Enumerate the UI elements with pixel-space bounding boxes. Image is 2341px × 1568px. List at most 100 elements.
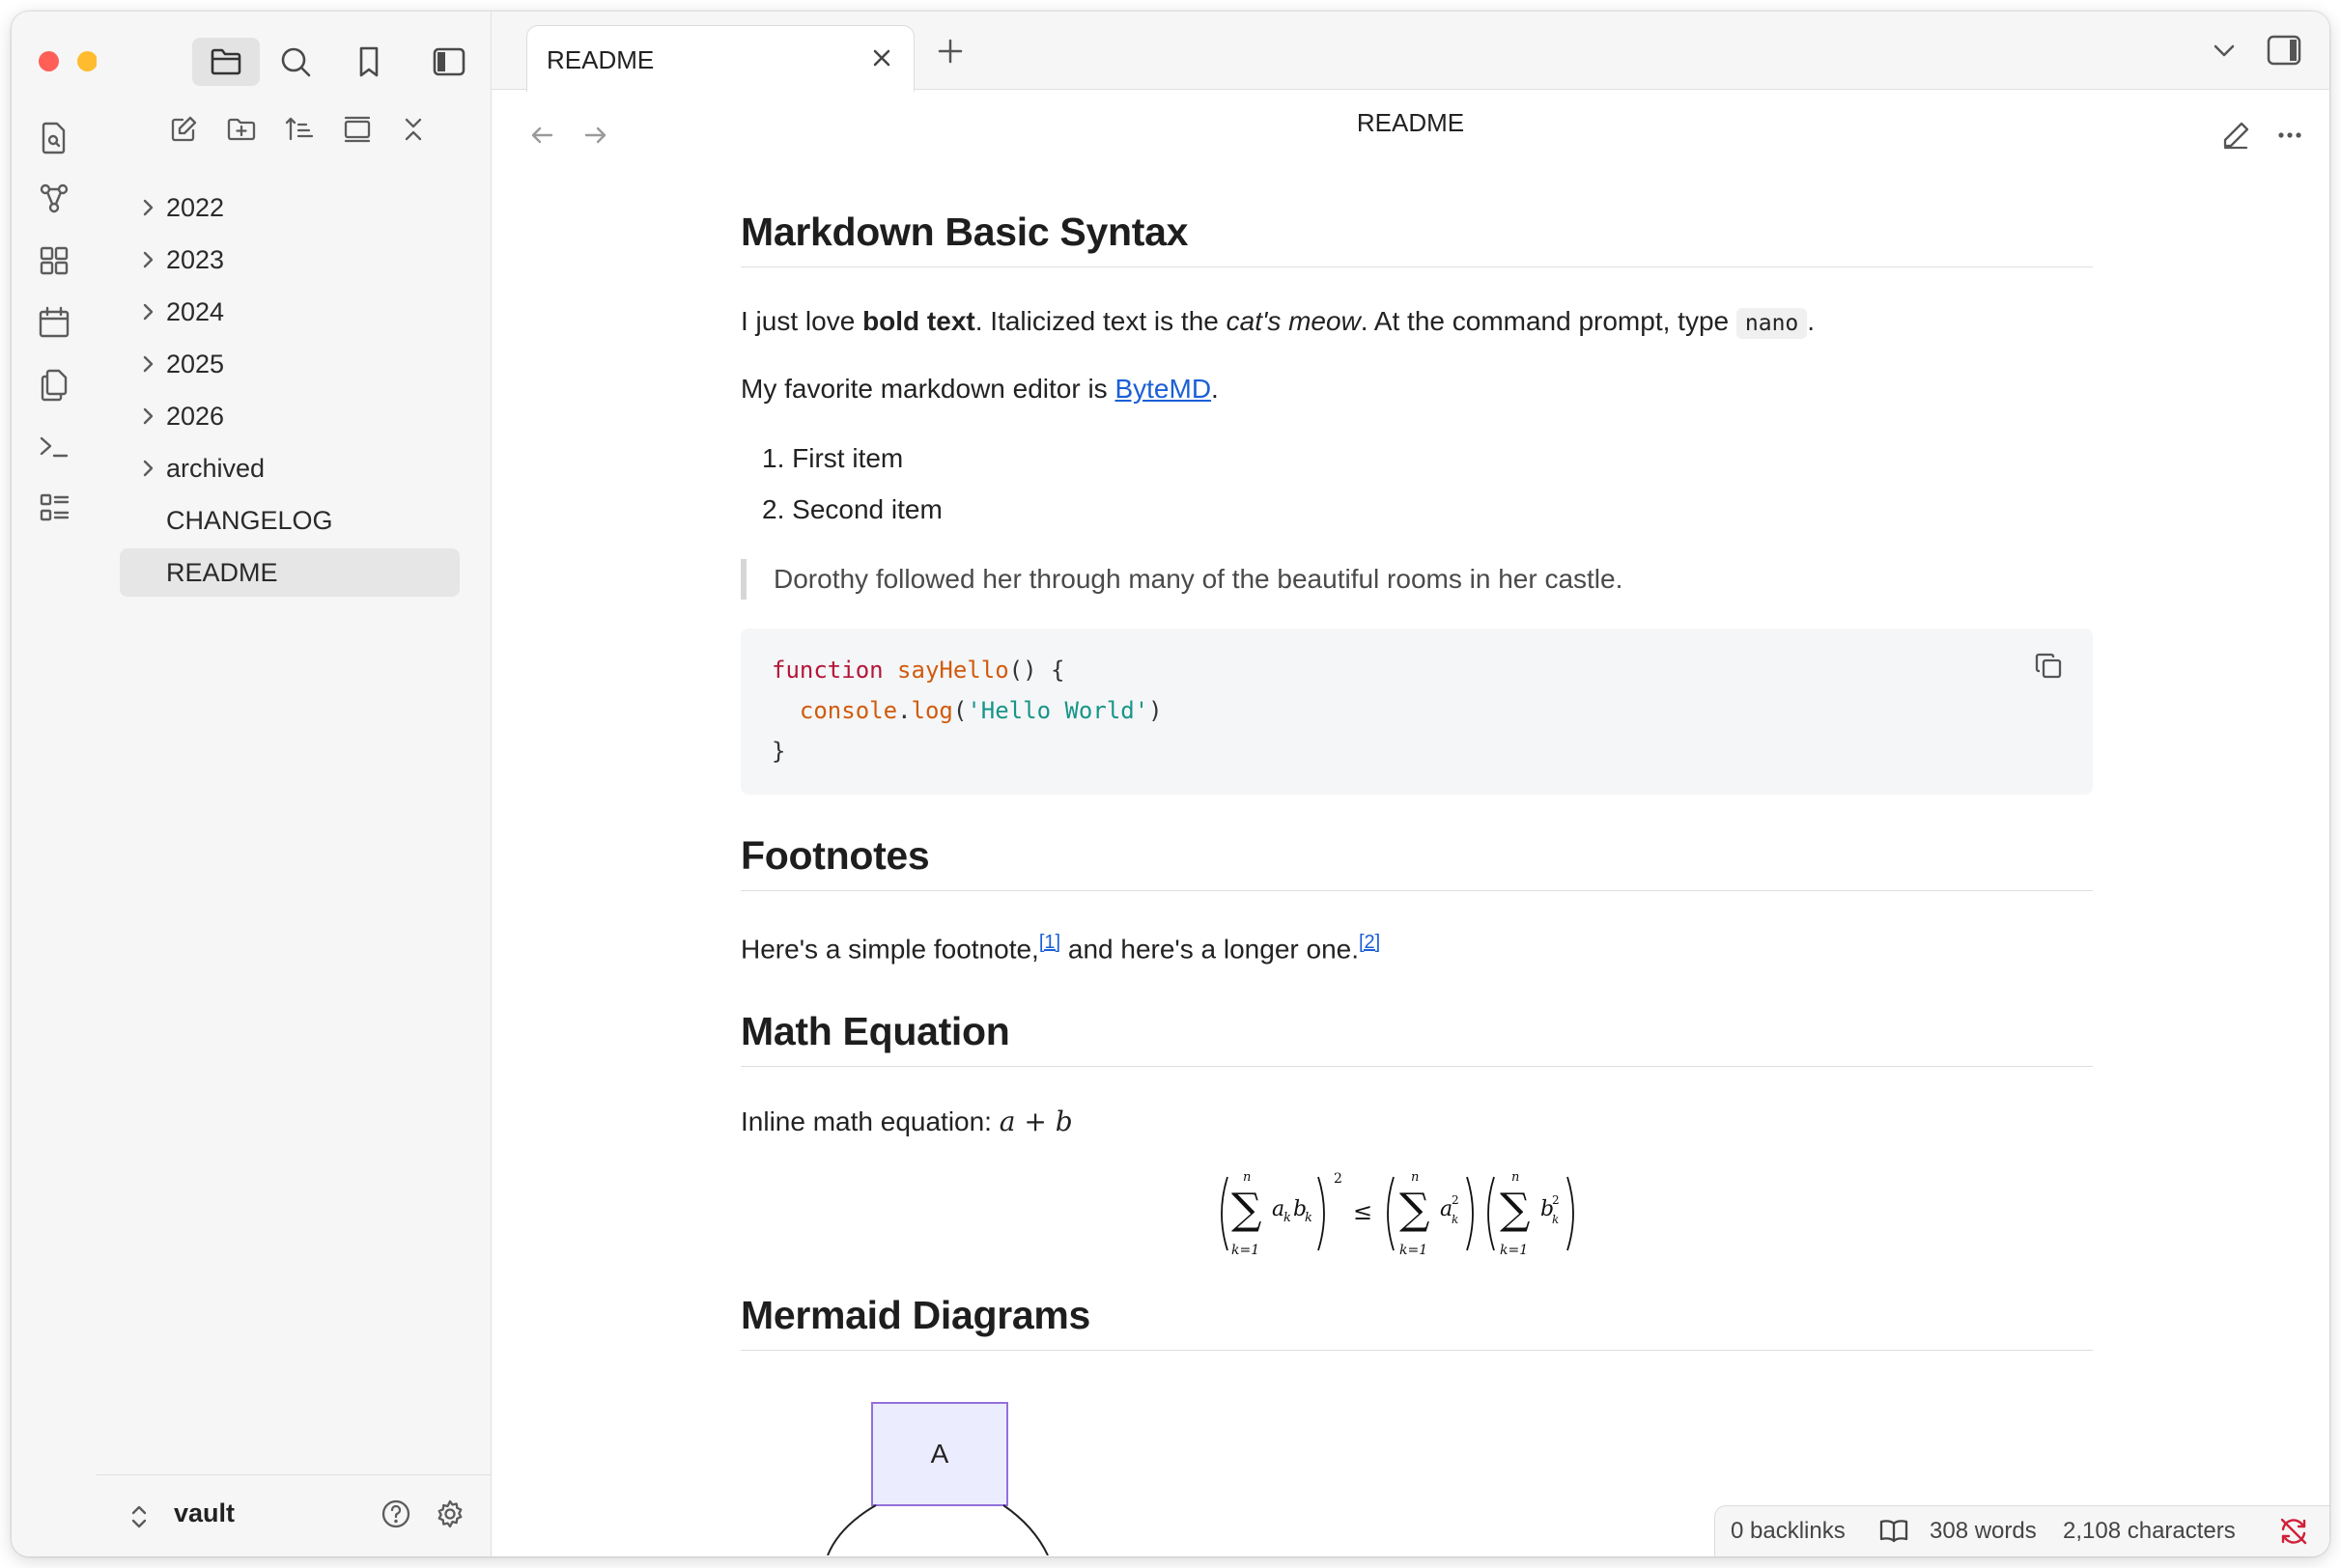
new-note-icon[interactable] bbox=[166, 112, 201, 147]
command-palette-icon[interactable] bbox=[33, 425, 75, 467]
bytemd-link[interactable]: ByteMD bbox=[1114, 374, 1211, 404]
folder-item[interactable]: archived bbox=[120, 444, 460, 492]
text-run: I just love bbox=[741, 306, 863, 336]
svg-text:n: n bbox=[1243, 1170, 1251, 1185]
tree-item-label: 2023 bbox=[166, 245, 225, 274]
paragraph-editor: My favorite markdown editor is ByteMD. bbox=[741, 374, 1219, 405]
text-run: . bbox=[1807, 306, 1816, 336]
file-sidebar: 2022 2023 2024 2025 2026 archived CHANGELOG REA… bbox=[97, 12, 492, 1556]
text-run: . At the command prompt, type bbox=[1360, 306, 1736, 336]
list-item-text: Second item bbox=[792, 494, 943, 524]
code-punctuation: . bbox=[897, 697, 912, 724]
svg-text:k: k bbox=[1552, 1213, 1559, 1226]
svg-text:k=1: k=1 bbox=[1500, 1243, 1528, 1258]
chevron-right-icon[interactable] bbox=[135, 351, 160, 377]
more-options-icon[interactable] bbox=[2272, 118, 2307, 153]
chevron-right-icon[interactable] bbox=[135, 247, 160, 272]
vault-bar: vault bbox=[97, 1474, 491, 1556]
file-item[interactable]: README bbox=[120, 548, 460, 597]
vault-name[interactable]: vault bbox=[174, 1498, 235, 1528]
code-punctuation: } bbox=[772, 738, 786, 765]
heading-math-equation: Math Equation bbox=[741, 1009, 2093, 1067]
code-string: 'Hello World' bbox=[967, 697, 1149, 724]
code-line: function sayHello() { bbox=[772, 650, 1064, 690]
svg-text:2: 2 bbox=[1552, 1193, 1560, 1207]
minimize-window-button[interactable] bbox=[77, 51, 98, 71]
help-icon[interactable] bbox=[379, 1497, 413, 1531]
collapse-icon[interactable] bbox=[340, 112, 375, 147]
bold-text: bold text bbox=[862, 306, 975, 336]
text-run: . Italicized text is the bbox=[974, 306, 1227, 336]
svg-text:n: n bbox=[1411, 1170, 1419, 1185]
mermaid-node-a[interactable]: A bbox=[872, 1403, 1007, 1505]
right-sidebar-toggle-icon[interactable] bbox=[2265, 31, 2303, 70]
mermaid-diagram: A bbox=[820, 1401, 1052, 1556]
settings-gear-icon[interactable] bbox=[433, 1497, 467, 1531]
tree-item-label: 2024 bbox=[166, 297, 225, 326]
italic-text: cat's meow bbox=[1226, 306, 1361, 336]
folder-item[interactable]: 2023 bbox=[120, 236, 460, 284]
footnote-ref-1[interactable]: [1] bbox=[1039, 932, 1060, 953]
code-method: log bbox=[911, 697, 953, 724]
close-tab-icon[interactable] bbox=[867, 43, 896, 72]
chevron-right-icon[interactable] bbox=[135, 195, 160, 220]
edit-pencil-icon[interactable] bbox=[2218, 118, 2253, 153]
folder-item[interactable]: 2025 bbox=[120, 340, 460, 388]
sort-icon[interactable] bbox=[282, 112, 317, 147]
quick-switcher-icon[interactable] bbox=[33, 116, 75, 158]
code-function-name: sayHello bbox=[897, 657, 1009, 684]
tree-item-label: CHANGELOG bbox=[166, 506, 333, 535]
tree-item-label: 2022 bbox=[166, 193, 225, 222]
search-icon[interactable] bbox=[274, 41, 317, 83]
graph-view-icon[interactable] bbox=[33, 178, 75, 220]
canvas-icon[interactable] bbox=[33, 239, 75, 282]
text-run: . bbox=[1211, 374, 1219, 404]
inline-math: a + b bbox=[999, 1106, 1073, 1137]
close-window-button[interactable] bbox=[39, 51, 59, 71]
chevron-right-icon[interactable] bbox=[135, 299, 160, 324]
word-count: 308 words bbox=[1930, 1518, 2037, 1544]
daily-note-icon[interactable] bbox=[33, 301, 75, 344]
ribbon bbox=[12, 12, 136, 1556]
tab-readme[interactable]: README bbox=[526, 25, 915, 92]
svg-text:≤: ≤ bbox=[1353, 1198, 1372, 1225]
tree-item-label: 2025 bbox=[166, 350, 225, 378]
code-keyword: function bbox=[772, 657, 884, 684]
close-all-icon[interactable] bbox=[396, 112, 431, 147]
file-item[interactable]: CHANGELOG bbox=[120, 496, 460, 545]
footnote-ref-2[interactable]: [2] bbox=[1359, 932, 1380, 953]
status-bar: 0 backlinks 308 words 2,108 characters bbox=[1714, 1505, 2329, 1556]
folder-item[interactable]: 2026 bbox=[120, 392, 460, 440]
files-icon[interactable] bbox=[192, 38, 260, 86]
folder-item[interactable]: 2024 bbox=[120, 288, 460, 336]
backlinks-count[interactable]: 0 backlinks bbox=[1731, 1518, 1846, 1545]
chevron-right-icon[interactable] bbox=[135, 456, 160, 481]
svg-text:k: k bbox=[1283, 1211, 1291, 1225]
paragraph-intro: I just love bold text. Italicized text i… bbox=[741, 306, 1816, 339]
text-run: My favorite markdown editor is bbox=[741, 374, 1115, 404]
reading-mode-icon[interactable] bbox=[1877, 1516, 1910, 1545]
svg-text:k=1: k=1 bbox=[1399, 1243, 1427, 1258]
list-number: 1. bbox=[762, 443, 793, 473]
sidebar-toggle-icon[interactable] bbox=[427, 41, 469, 83]
code-block: function sayHello() { console.log('Hello… bbox=[741, 629, 2093, 795]
outline-icon[interactable] bbox=[33, 487, 75, 529]
new-folder-icon[interactable] bbox=[224, 112, 259, 147]
character-count: 2,108 characters bbox=[2063, 1518, 2236, 1544]
new-tab-icon[interactable] bbox=[934, 35, 967, 68]
copy-code-icon[interactable] bbox=[2033, 650, 2066, 683]
svg-text:k=1: k=1 bbox=[1231, 1243, 1259, 1258]
text-run: Inline math equation: bbox=[741, 1106, 1000, 1136]
code-line: console.log('Hello World') bbox=[772, 690, 1163, 731]
chevron-right-icon[interactable] bbox=[135, 404, 160, 429]
heading-footnotes: Footnotes bbox=[741, 833, 2093, 891]
tab-list-chevron-icon[interactable] bbox=[2209, 37, 2240, 66]
bookmark-icon[interactable] bbox=[348, 41, 390, 83]
sync-error-icon[interactable] bbox=[2277, 1516, 2310, 1547]
tree-item-label: README bbox=[166, 558, 278, 587]
tree-item-label: archived bbox=[166, 454, 266, 483]
vault-switch-icon[interactable] bbox=[127, 1502, 151, 1531]
view-title: README bbox=[1356, 108, 1465, 137]
folder-item[interactable]: 2022 bbox=[120, 183, 460, 232]
templates-icon[interactable] bbox=[33, 363, 75, 406]
